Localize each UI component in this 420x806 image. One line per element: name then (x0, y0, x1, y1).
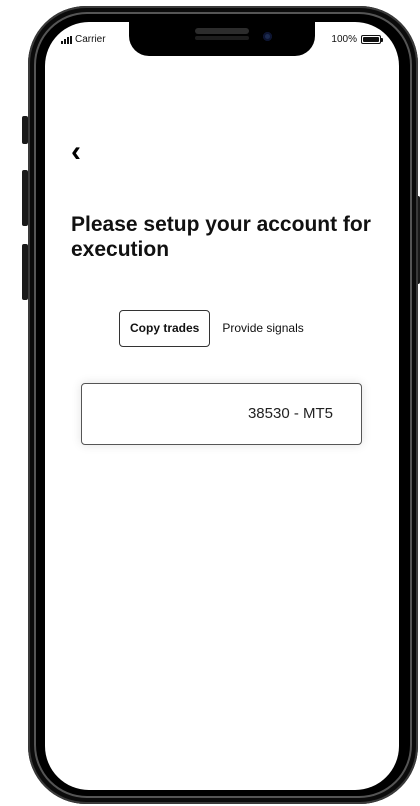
account-select[interactable]: 38530 - MT5 (81, 383, 362, 445)
phone-mockup: Carrier 100% ‹ Please setup your account… (0, 0, 420, 806)
back-button[interactable]: ‹ (71, 136, 95, 168)
status-bar-left: Carrier (61, 34, 106, 45)
front-camera-icon (263, 32, 272, 41)
speaker-grille (195, 28, 249, 34)
signal-icon (61, 35, 72, 44)
carrier-label: Carrier (75, 34, 106, 45)
phone-screen: Carrier 100% ‹ Please setup your account… (45, 22, 399, 790)
mode-tabs: Copy trades Provide signals (119, 310, 306, 347)
notch (129, 22, 315, 56)
battery-tip (381, 38, 383, 42)
page-title: Please setup your account for execution (71, 213, 371, 261)
tab-provide-signals[interactable]: Provide signals (220, 311, 305, 346)
battery-percent: 100% (331, 34, 357, 45)
status-bar-right: 100% (331, 34, 383, 45)
speaker-grille-lower (195, 36, 249, 40)
battery-fill (363, 37, 379, 42)
account-value: 38530 - MT5 (247, 405, 333, 422)
battery-icon (361, 35, 383, 44)
tab-copy-trades[interactable]: Copy trades (119, 310, 211, 347)
chevron-left-icon: ‹ (71, 135, 81, 168)
